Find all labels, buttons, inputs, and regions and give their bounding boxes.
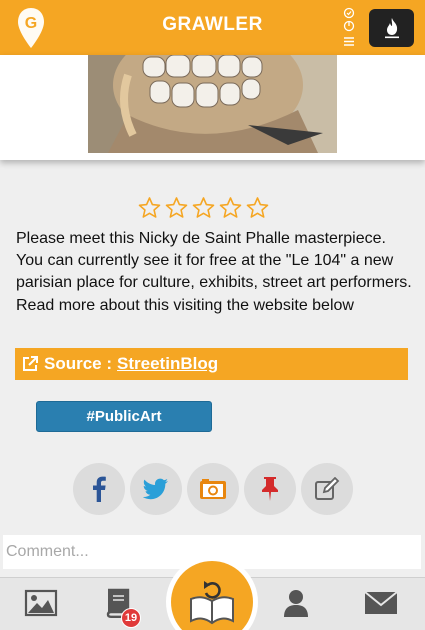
gallery-icon <box>24 589 58 617</box>
mail-icon <box>364 591 398 614</box>
twitter-icon <box>143 478 168 500</box>
star-icon[interactable] <box>191 196 216 220</box>
sculpture-photo[interactable] <box>88 55 337 153</box>
star-icon[interactable] <box>137 196 162 220</box>
star-icon[interactable] <box>218 196 243 220</box>
star-icon[interactable] <box>164 196 189 220</box>
nav-gallery[interactable] <box>24 588 58 618</box>
nav-profile[interactable] <box>279 588 313 618</box>
star-rating[interactable] <box>137 196 270 222</box>
camera-icon <box>200 479 226 499</box>
app-header: G GRAWLER <box>0 0 425 55</box>
share-buttons <box>73 463 353 515</box>
pin-icon <box>262 477 278 501</box>
post-description: Please meet this Nicky de Saint Phalle m… <box>16 230 412 314</box>
notification-badge: 19 <box>121 608 141 628</box>
star-icon[interactable] <box>245 196 270 220</box>
refresh-book-icon <box>190 581 234 625</box>
facebook-share-button[interactable] <box>73 463 125 515</box>
external-link-icon <box>23 356 38 371</box>
twitter-share-button[interactable] <box>130 463 182 515</box>
app-title: GRAWLER <box>162 14 263 35</box>
flame-button[interactable] <box>369 9 414 47</box>
flame-icon <box>384 18 399 39</box>
source-label: Source : <box>44 354 113 373</box>
status-icons <box>343 7 355 46</box>
edit-icon <box>315 477 340 500</box>
source-bar: Source : StreetinBlog <box>15 348 408 380</box>
post-image-card <box>0 55 425 160</box>
source-link[interactable]: StreetinBlog <box>117 354 218 374</box>
tag-button[interactable]: #PublicArt <box>36 401 212 432</box>
camera-share-button[interactable] <box>187 463 239 515</box>
edit-share-button[interactable] <box>301 463 353 515</box>
profile-icon <box>284 590 308 617</box>
center-action-inner <box>171 561 253 630</box>
pin-share-button[interactable] <box>244 463 296 515</box>
facebook-icon <box>93 476 106 502</box>
nav-mail[interactable] <box>364 588 398 618</box>
